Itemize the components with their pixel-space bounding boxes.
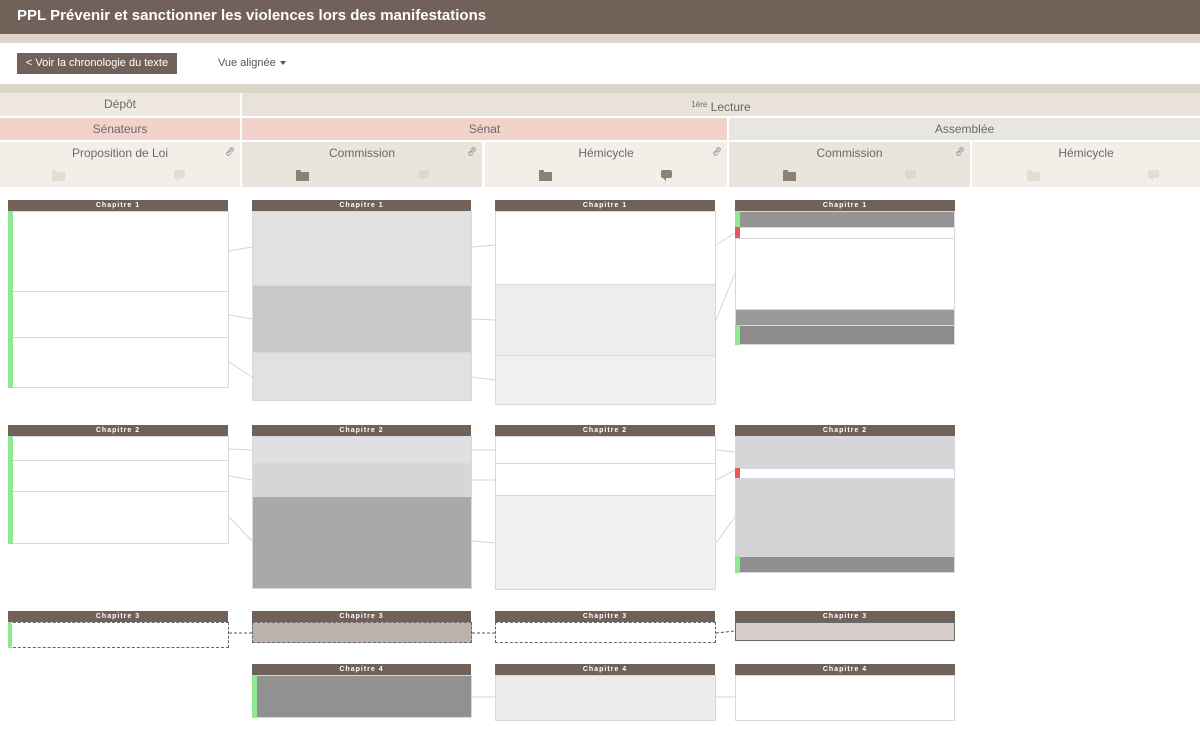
article-block[interactable]: [8, 436, 229, 461]
article-block[interactable]: [495, 622, 716, 643]
chapter-header: Chapitre 1: [8, 200, 228, 211]
added-marker: [8, 460, 13, 492]
chapter-header: Chapitre 3: [252, 611, 471, 622]
article-block[interactable]: [495, 675, 716, 721]
added-marker: [8, 211, 13, 292]
chapter-header: Chapitre 4: [735, 664, 955, 675]
article-block[interactable]: [495, 495, 716, 590]
article-block[interactable]: [735, 436, 955, 469]
article-block[interactable]: [495, 211, 716, 285]
article-block[interactable]: [252, 496, 472, 589]
article-block[interactable]: [252, 352, 472, 401]
article-block[interactable]: [495, 463, 716, 496]
article-block[interactable]: [8, 460, 229, 492]
added-marker: [735, 211, 740, 228]
article-block[interactable]: [735, 556, 955, 573]
article-block[interactable]: [735, 211, 955, 228]
article-block[interactable]: [252, 622, 472, 643]
article-block[interactable]: [495, 284, 716, 356]
added-marker: [735, 556, 740, 573]
article-block[interactable]: [495, 436, 716, 464]
article-block[interactable]: [252, 211, 472, 286]
added-marker: [8, 436, 13, 461]
chapter-header: Chapitre 1: [252, 200, 471, 211]
added-marker: [252, 675, 257, 718]
article-block[interactable]: [735, 325, 955, 345]
chapter-header: Chapitre 4: [252, 664, 471, 675]
added-marker: [8, 337, 13, 388]
article-block[interactable]: [735, 238, 955, 310]
chapter-header: Chapitre 3: [735, 611, 955, 622]
added-marker: [735, 325, 740, 345]
chapter-header: Chapitre 2: [495, 425, 715, 436]
chapter-header: Chapitre 3: [495, 611, 715, 622]
chapter-header: Chapitre 2: [252, 425, 471, 436]
article-block[interactable]: [735, 309, 955, 326]
article-block[interactable]: [495, 355, 716, 405]
article-block[interactable]: [735, 622, 955, 641]
article-block[interactable]: [8, 622, 229, 648]
article-block[interactable]: [735, 675, 955, 721]
chapter-header: Chapitre 1: [735, 200, 955, 211]
article-block[interactable]: [252, 436, 472, 464]
article-block[interactable]: [8, 337, 229, 388]
article-block[interactable]: [8, 491, 229, 544]
chapter-header: Chapitre 3: [8, 611, 228, 622]
chapter-header: Chapitre 4: [495, 664, 715, 675]
chapter-header: Chapitre 2: [8, 425, 228, 436]
article-block[interactable]: [8, 291, 229, 338]
article-block[interactable]: [735, 478, 955, 557]
article-block[interactable]: [252, 285, 472, 353]
added-marker: [8, 491, 13, 544]
article-block[interactable]: [8, 211, 229, 292]
chapter-header: Chapitre 2: [735, 425, 955, 436]
added-marker: [8, 622, 12, 648]
added-marker: [8, 291, 13, 338]
chapter-header: Chapitre 1: [495, 200, 715, 211]
article-block[interactable]: [252, 463, 472, 497]
article-block[interactable]: [252, 675, 472, 718]
